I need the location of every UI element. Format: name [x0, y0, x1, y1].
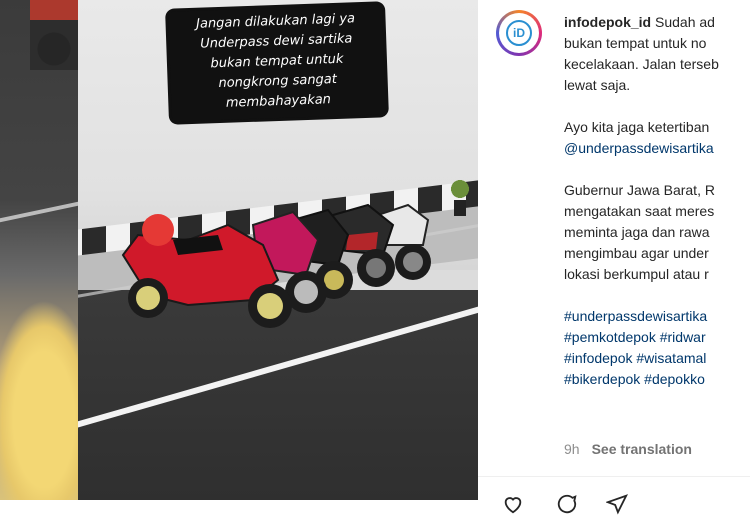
avatar[interactable]: iD [496, 10, 542, 56]
post-panel: iD infodepok_id Sudah ad bukan tempat un… [478, 0, 750, 515]
caption-text: mengimbau agar under [564, 245, 709, 261]
comment-icon[interactable] [556, 493, 578, 515]
caption-text: kecelakaan. Jalan terseb [564, 56, 719, 72]
caption-text: Ayo kita jaga ketertiban [564, 119, 710, 135]
hashtag-line[interactable]: #infodepok #wisatamal [564, 348, 750, 369]
caption-text: bukan tempat untuk no [564, 35, 707, 51]
hashtag-line[interactable]: #bikerdepok #depokko [564, 369, 750, 390]
caption-text: lokasi berkumpul atau r [564, 266, 709, 282]
hashtag-line[interactable]: #underpassdewisartika [564, 306, 750, 327]
caption-text: Sudah ad [655, 14, 715, 30]
caption-text: lewat saja. [564, 77, 631, 93]
caption-text: mengatakan saat meres [564, 203, 715, 219]
heart-icon[interactable] [502, 493, 524, 515]
blurred-motorcycle [30, 0, 78, 70]
blurred-road-line [0, 201, 78, 223]
previous-post-preview[interactable] [0, 0, 78, 500]
blurred-figure [0, 300, 78, 500]
caption-text: meminta jaga dan rawa [564, 224, 710, 240]
share-icon[interactable] [606, 493, 628, 515]
caption-text: Gubernur Jawa Barat, R [564, 182, 715, 198]
action-bar [478, 476, 750, 515]
username-link[interactable]: infodepok_id [564, 14, 651, 30]
mention-link[interactable]: @underpassdewisartika [564, 138, 750, 159]
post-caption: infodepok_id Sudah ad bukan tempat untuk… [564, 12, 750, 390]
post-meta: 9h See translation [564, 441, 692, 457]
timestamp: 9h [564, 441, 580, 457]
infodepok-logo: iD [506, 20, 532, 46]
caption-overlay: Jangan dilakukan lagi ya Underpass dewi … [168, 8, 385, 115]
see-translation-link[interactable]: See translation [592, 441, 692, 457]
post-image[interactable]: Jangan dilakukan lagi ya Underpass dewi … [78, 0, 478, 500]
hashtag-line[interactable]: #pemkotdepok #ridwar [564, 327, 750, 348]
